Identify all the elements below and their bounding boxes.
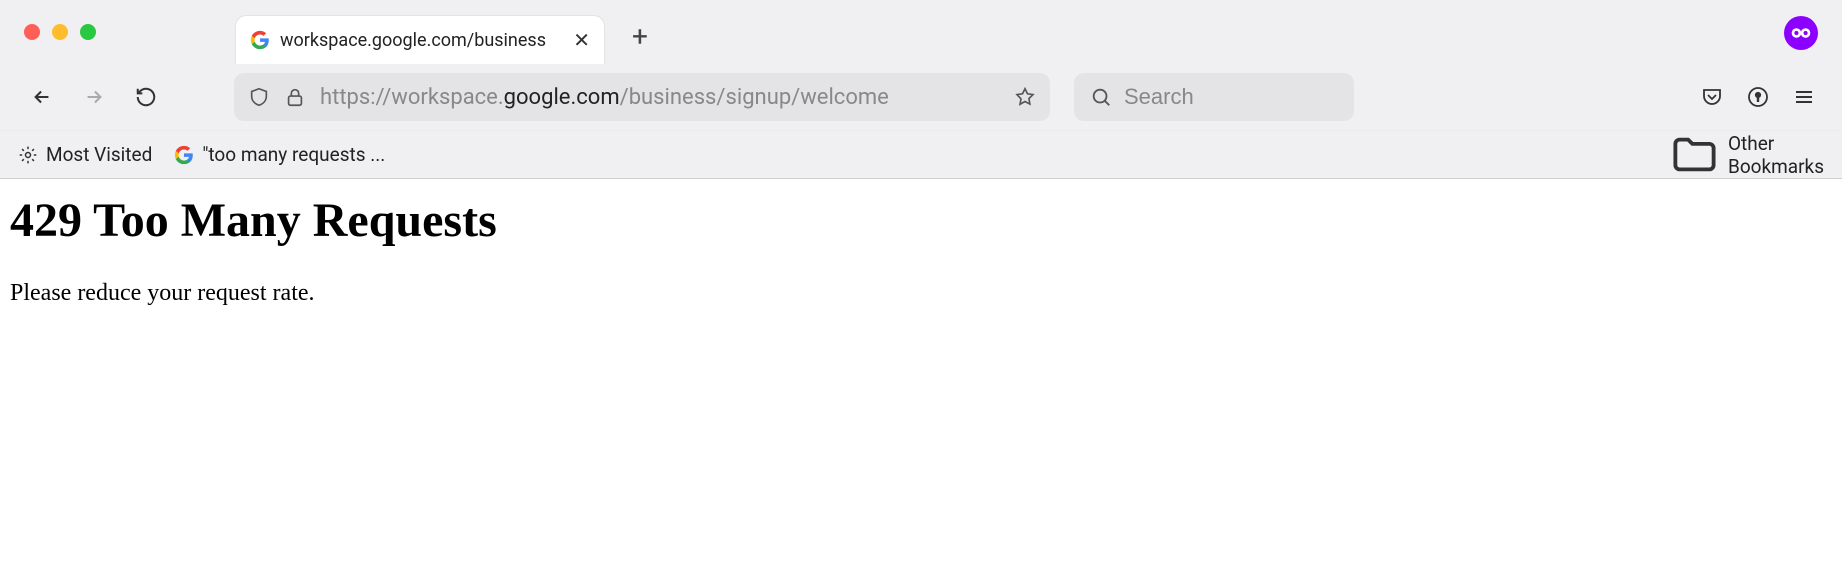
reload-button[interactable] [126, 77, 166, 117]
search-icon [1090, 86, 1112, 108]
url-text: https://workspace.google.com/business/si… [320, 85, 1000, 110]
window-controls [24, 24, 96, 40]
page-content: 429 Too Many Requests Please reduce your… [0, 179, 1842, 321]
search-input[interactable] [1124, 84, 1338, 110]
bookmark-item-1[interactable]: "too many requests ... [174, 143, 385, 166]
browser-tab[interactable]: workspace.google.com/business ✕ [236, 16, 604, 64]
tab-title: workspace.google.com/business [280, 30, 563, 51]
pocket-icon[interactable] [1700, 85, 1724, 109]
bookmark-most-visited[interactable]: Most Visited [18, 143, 152, 166]
page-body-text: Please reduce your request rate. [10, 280, 1832, 307]
bookmark-label: "too many requests ... [202, 143, 385, 166]
close-window-button[interactable] [24, 24, 40, 40]
bookmark-star-icon[interactable] [1014, 86, 1036, 108]
shield-icon[interactable] [248, 86, 270, 108]
minimize-window-button[interactable] [52, 24, 68, 40]
url-path: /business/signup/welcome [620, 85, 889, 110]
bookmarks-bar: Most Visited "too many requests ... Othe… [0, 130, 1842, 178]
menu-icon[interactable] [1792, 85, 1816, 109]
url-prefix: https://workspace. [320, 85, 504, 110]
toolbar: https://workspace.google.com/business/si… [0, 64, 1842, 130]
other-bookmarks[interactable]: Other Bookmarks [1669, 129, 1824, 180]
close-tab-button[interactable]: ✕ [573, 30, 590, 50]
account-icon[interactable] [1746, 85, 1770, 109]
url-domain: google.com [504, 85, 620, 110]
folder-icon [1669, 129, 1720, 180]
bookmark-label: Other Bookmarks [1728, 132, 1824, 178]
lock-icon[interactable] [284, 86, 306, 108]
bookmark-label: Most Visited [46, 143, 152, 166]
google-favicon-icon [174, 145, 194, 165]
private-browsing-icon [1784, 16, 1818, 50]
back-button[interactable] [22, 77, 62, 117]
tab-strip: workspace.google.com/business ✕ + [0, 0, 1842, 64]
new-tab-button[interactable]: + [632, 20, 648, 53]
gear-icon [18, 145, 38, 165]
google-favicon-icon [250, 30, 270, 50]
address-bar[interactable]: https://workspace.google.com/business/si… [234, 73, 1050, 121]
page-heading: 429 Too Many Requests [10, 193, 1832, 248]
maximize-window-button[interactable] [80, 24, 96, 40]
forward-button[interactable] [74, 77, 114, 117]
search-box[interactable] [1074, 73, 1354, 121]
